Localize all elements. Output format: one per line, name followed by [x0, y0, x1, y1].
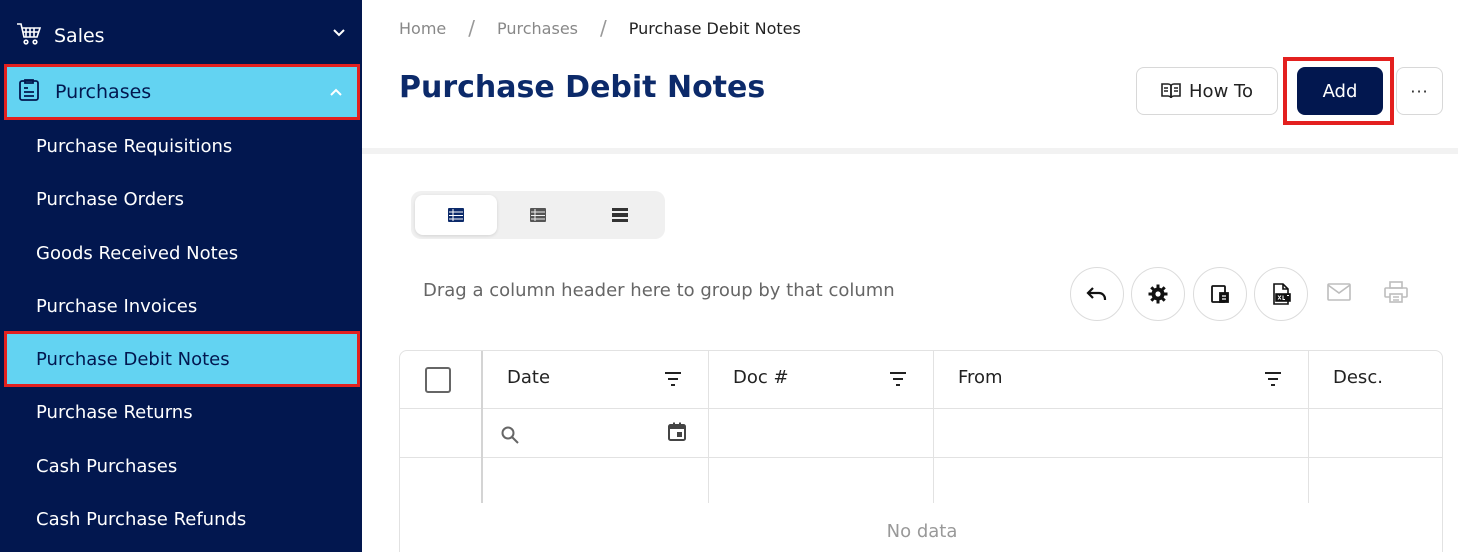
- grid-filter-divider: [400, 457, 1442, 458]
- book-icon: [1161, 83, 1181, 99]
- column-header-doc-number[interactable]: Doc #: [733, 367, 789, 388]
- filter-icon[interactable]: [663, 369, 683, 389]
- breadcrumb-separator: /: [468, 16, 475, 40]
- mail-icon: [1327, 283, 1351, 301]
- sidebar: Sales Purchases Purchase Requisitions Pu…: [0, 0, 362, 552]
- data-grid: Date Doc # From Desc. No data: [399, 350, 1443, 552]
- add-button[interactable]: Add: [1297, 67, 1383, 115]
- how-to-label: How To: [1189, 80, 1253, 102]
- breadcrumb: Home / Purchases / Purchase Debit Notes: [399, 16, 801, 40]
- sidebar-item-purchases-label: Purchases: [55, 81, 152, 103]
- reset-button[interactable]: [1070, 267, 1124, 321]
- undo-icon: [1086, 287, 1107, 300]
- chevron-up-icon: [330, 88, 342, 96]
- sidebar-item-sales-label: Sales: [54, 25, 105, 47]
- print-button[interactable]: [1382, 278, 1410, 306]
- breadcrumb-separator: /: [600, 16, 607, 40]
- grid-column-divider: [481, 351, 483, 503]
- empty-grid-message: No data: [886, 521, 958, 542]
- filter-icon[interactable]: [888, 369, 908, 389]
- how-to-button[interactable]: How To: [1136, 67, 1278, 115]
- sidebar-item-purchases[interactable]: Purchases: [4, 64, 360, 120]
- filter-icon[interactable]: [1263, 369, 1283, 389]
- table-icon: [530, 208, 546, 222]
- view-list-button[interactable]: [579, 195, 661, 235]
- desc-filter-input[interactable]: [1309, 409, 1442, 457]
- more-options-button[interactable]: ···: [1396, 67, 1443, 115]
- column-header-date[interactable]: Date: [507, 367, 550, 388]
- table-icon: [448, 208, 464, 222]
- column-header-from[interactable]: From: [958, 367, 1003, 388]
- view-compact-button[interactable]: [497, 195, 579, 235]
- search-icon: [501, 426, 519, 444]
- sidebar-item-sales[interactable]: Sales: [0, 8, 362, 64]
- export-excel-button[interactable]: [1254, 267, 1308, 321]
- clipboard-icon: [17, 78, 41, 106]
- breadcrumb-purchases[interactable]: Purchases: [497, 19, 578, 38]
- xls-file-icon: [1273, 283, 1291, 305]
- chevron-down-icon: [333, 29, 345, 37]
- sidebar-item-purchase-debit-notes[interactable]: Purchase Debit Notes: [4, 331, 360, 387]
- group-by-hint[interactable]: Drag a column header here to group by th…: [423, 280, 895, 301]
- view-grid-button[interactable]: [415, 195, 497, 235]
- app-root: Sales Purchases Purchase Requisitions Pu…: [0, 0, 1458, 552]
- doc-number-filter-input[interactable]: [709, 409, 933, 457]
- select-all-checkbox[interactable]: [425, 367, 451, 393]
- sidebar-item-purchase-returns[interactable]: Purchase Returns: [0, 386, 362, 438]
- sidebar-item-cash-purchase-refunds[interactable]: Cash Purchase Refunds: [0, 493, 362, 545]
- sidebar-item-purchase-invoices[interactable]: Purchase Invoices: [0, 280, 362, 332]
- page-title: Purchase Debit Notes: [399, 70, 766, 105]
- printer-icon: [1384, 281, 1408, 303]
- calendar-icon[interactable]: [667, 422, 687, 442]
- date-filter-input[interactable]: [523, 415, 658, 453]
- from-filter-input[interactable]: [934, 409, 1308, 457]
- view-toggle: [411, 191, 665, 239]
- gear-icon: [1148, 284, 1168, 304]
- email-button[interactable]: [1325, 278, 1353, 306]
- header-divider: [362, 148, 1458, 154]
- column-chooser-icon: [1211, 285, 1229, 303]
- sidebar-item-cash-purchases[interactable]: Cash Purchases: [0, 440, 362, 492]
- ellipsis-icon: ···: [1410, 81, 1429, 101]
- sidebar-item-purchase-orders[interactable]: Purchase Orders: [0, 173, 362, 225]
- breadcrumb-current: Purchase Debit Notes: [628, 18, 801, 38]
- sidebar-item-purchase-requisitions[interactable]: Purchase Requisitions: [0, 120, 362, 172]
- breadcrumb-home[interactable]: Home: [399, 19, 446, 38]
- settings-button[interactable]: [1131, 267, 1185, 321]
- column-chooser-button[interactable]: [1193, 267, 1247, 321]
- cart-icon: [16, 22, 42, 50]
- list-icon: [612, 208, 628, 222]
- column-header-desc[interactable]: Desc.: [1333, 367, 1383, 388]
- sidebar-item-goods-received-notes[interactable]: Goods Received Notes: [0, 227, 362, 279]
